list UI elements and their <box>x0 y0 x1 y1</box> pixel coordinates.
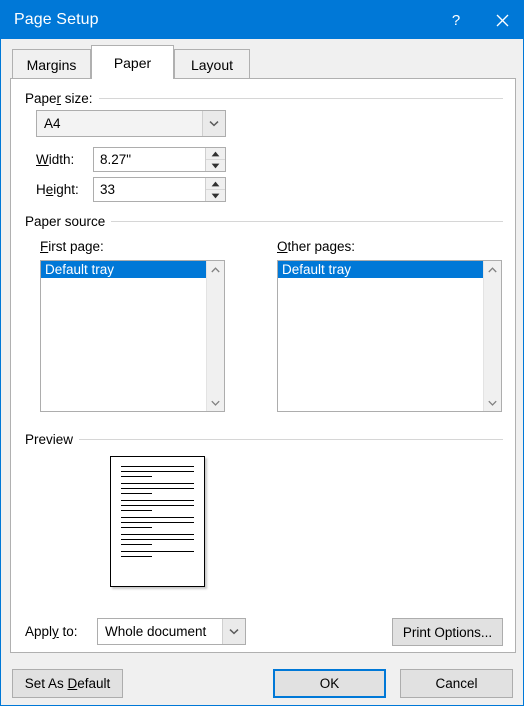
chevron-down-icon[interactable] <box>202 111 225 136</box>
preview-line <box>121 510 152 511</box>
paper-size-combo[interactable]: A4 <box>36 110 226 137</box>
preview-line <box>121 483 194 484</box>
help-icon[interactable]: ? <box>433 1 479 39</box>
height-stepper[interactable]: 33 <box>93 177 226 202</box>
preview-text-lines <box>121 466 194 563</box>
scroll-up-icon[interactable] <box>207 261 224 278</box>
preview-line <box>121 493 152 494</box>
tab-margins[interactable]: Margins <box>12 49 91 79</box>
preview-line <box>121 544 152 545</box>
preview-line <box>121 466 194 467</box>
preview-paragraph <box>121 551 194 557</box>
preview-paragraph <box>121 517 194 528</box>
preview-line <box>121 488 194 489</box>
preview-line <box>121 500 194 501</box>
tab-layout-label: Layout <box>190 56 234 73</box>
preview-line <box>121 551 194 552</box>
preview-paragraph <box>121 500 194 511</box>
ok-label: OK <box>319 676 340 691</box>
scroll-down-icon[interactable] <box>207 394 224 411</box>
preview-line <box>121 539 194 540</box>
height-value[interactable]: 33 <box>94 178 205 201</box>
other-pages-items: Default tray <box>278 261 483 411</box>
close-icon[interactable] <box>479 1 523 39</box>
page-preview <box>110 456 205 587</box>
group-divider-line <box>111 221 503 222</box>
preview-line <box>121 505 194 506</box>
paper-size-group-label: Paper size: <box>25 91 93 106</box>
help-glyph: ? <box>451 11 461 29</box>
apply-to-combo[interactable]: Whole document <box>97 618 246 645</box>
other-pages-listbox[interactable]: Default tray <box>277 260 502 412</box>
set-as-default-button[interactable]: Set As Default <box>12 669 123 698</box>
chevron-down-icon[interactable] <box>222 619 245 644</box>
tab-paper-label: Paper <box>113 54 152 71</box>
group-divider-line <box>79 439 503 440</box>
paper-source-group-header: Paper source <box>25 214 503 229</box>
width-label: Width: <box>36 152 75 167</box>
preview-group-header: Preview <box>25 432 503 447</box>
list-item[interactable]: Default tray <box>278 261 483 278</box>
apply-to-value: Whole document <box>105 624 207 639</box>
preview-group-label: Preview <box>25 432 74 447</box>
apply-to-label: Apply to: <box>25 624 78 639</box>
preview-paragraph <box>121 483 194 494</box>
preview-line <box>121 471 194 472</box>
tab-layout[interactable]: Layout <box>174 49 250 79</box>
scroll-up-icon[interactable] <box>484 261 501 278</box>
width-value[interactable]: 8.27" <box>94 148 205 171</box>
width-increment-icon[interactable] <box>206 148 225 160</box>
preview-line <box>121 522 194 523</box>
preview-line <box>121 556 152 557</box>
paper-size-group-header: Paper size: <box>25 91 503 106</box>
width-stepper-buttons <box>205 148 225 171</box>
width-stepper[interactable]: 8.27" <box>93 147 226 172</box>
width-decrement-icon[interactable] <box>206 160 225 171</box>
print-options-button[interactable]: Print Options... <box>392 618 503 646</box>
preview-line <box>121 534 194 535</box>
height-decrement-icon[interactable] <box>206 190 225 201</box>
tab-strip: Margins Paper Layout <box>1 39 523 79</box>
list-item[interactable]: Default tray <box>41 261 206 278</box>
height-stepper-buttons <box>205 178 225 201</box>
print-options-label: Print Options... <box>402 624 493 640</box>
tab-content-panel: Paper size: A4 Width: 8.27" Height: 33 P… <box>10 78 516 653</box>
window-title: Page Setup <box>14 11 99 28</box>
group-divider-line <box>98 98 503 99</box>
other-pages-label: Other pages: <box>277 239 356 254</box>
cancel-label: Cancel <box>435 676 478 691</box>
title-bar: Page Setup ? <box>1 1 523 39</box>
paper-source-group-label: Paper source <box>25 214 106 229</box>
tab-paper[interactable]: Paper <box>91 45 174 79</box>
preview-line <box>121 527 152 528</box>
set-as-default-label: Set As Default <box>24 676 111 691</box>
other-pages-scrollbar[interactable] <box>483 261 501 411</box>
first-page-listbox[interactable]: Default tray <box>40 260 225 412</box>
paper-size-value: A4 <box>44 116 61 131</box>
preview-line <box>121 517 194 518</box>
tab-margins-label: Margins <box>26 56 77 73</box>
height-increment-icon[interactable] <box>206 178 225 190</box>
preview-paragraph <box>121 534 194 545</box>
first-page-items: Default tray <box>41 261 206 411</box>
scroll-down-icon[interactable] <box>484 394 501 411</box>
title-bar-buttons: ? <box>433 1 523 39</box>
first-page-scrollbar[interactable] <box>206 261 224 411</box>
page-setup-dialog: Page Setup ? Margins Paper Layout Paper … <box>0 0 524 706</box>
cancel-button[interactable]: Cancel <box>400 669 513 698</box>
preview-line <box>121 476 152 477</box>
first-page-label: First page: <box>40 239 104 254</box>
ok-button[interactable]: OK <box>273 669 386 698</box>
preview-paragraph <box>121 466 194 477</box>
height-label: Height: <box>36 182 79 197</box>
